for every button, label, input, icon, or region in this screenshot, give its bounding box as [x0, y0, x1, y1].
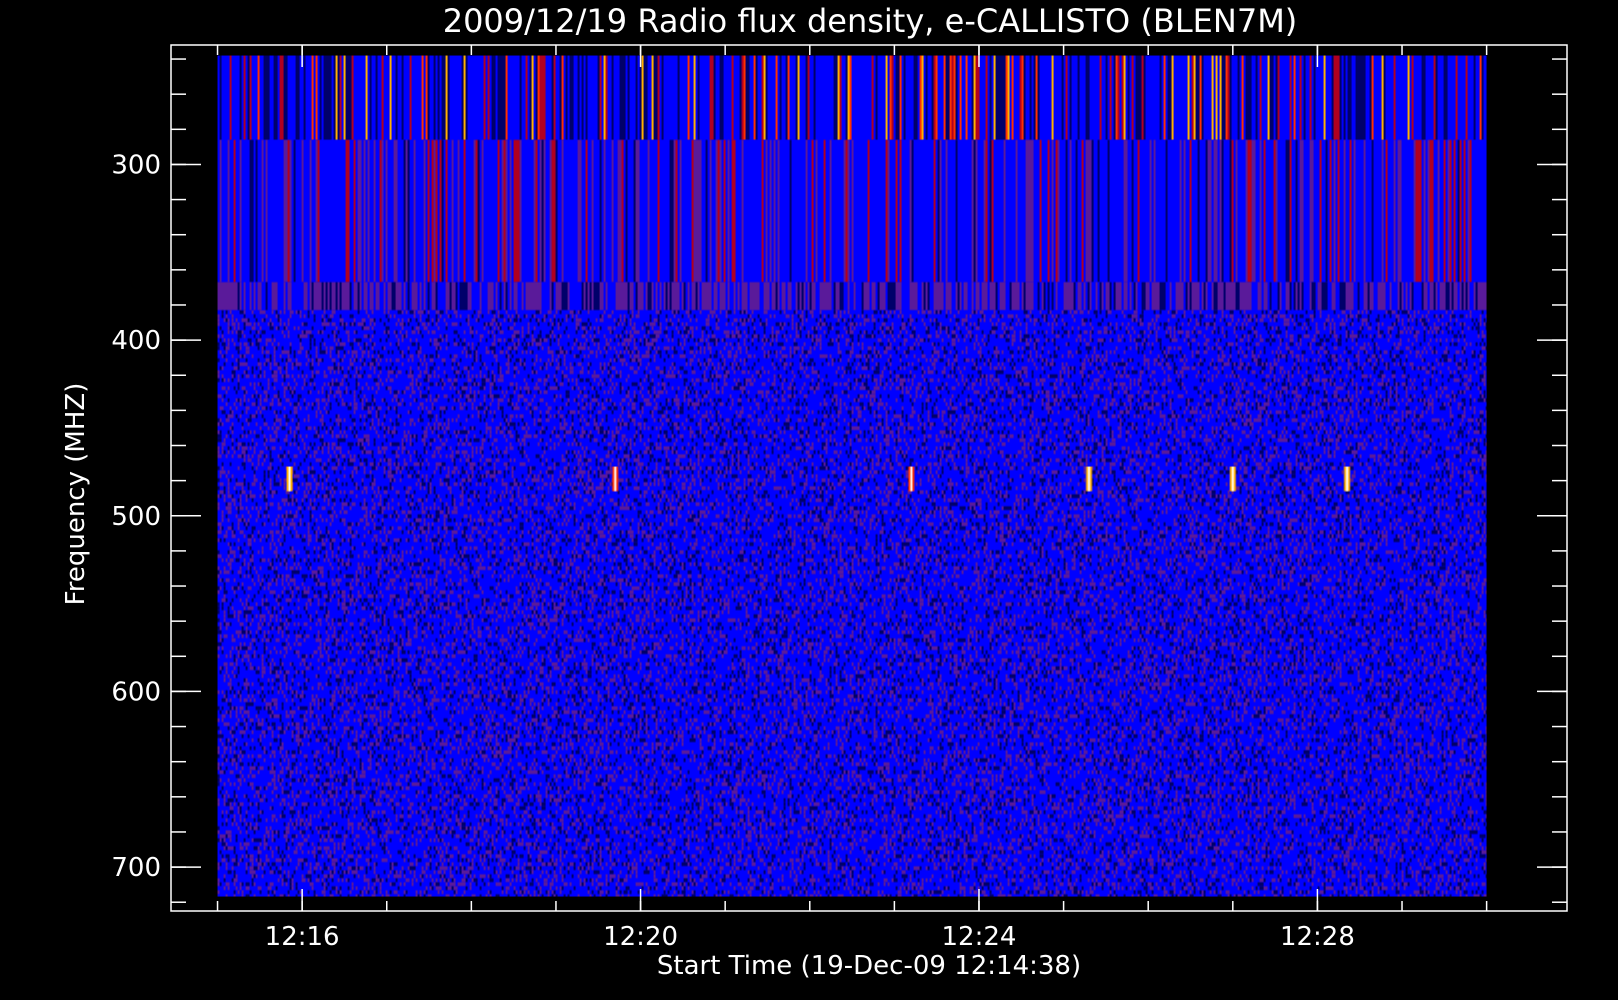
y-tick-label: 600: [111, 677, 161, 707]
y-tick-label: 400: [111, 326, 161, 356]
spectrogram-chart: 2009/12/19 Radio flux density, e-CALLIST…: [61, 2, 1568, 981]
x-tick-label: 12:28: [1280, 922, 1355, 952]
x-tick-label: 12:20: [603, 922, 678, 952]
spectrogram-heatmap: [217, 55, 1487, 897]
y-axis-label: Frequency (MHZ): [61, 383, 91, 606]
spectrogram-image: [217, 55, 1487, 897]
y-tick-label: 500: [111, 502, 161, 532]
y-tick-label: 300: [111, 150, 161, 180]
y-tick-label: 700: [111, 853, 161, 883]
x-tick-label: 12:24: [942, 922, 1017, 952]
x-tick-label: 12:16: [265, 922, 340, 952]
chart-title: 2009/12/19 Radio flux density, e-CALLIST…: [443, 2, 1298, 40]
x-axis-label: Start Time (19-Dec-09 12:14:38): [657, 951, 1081, 981]
